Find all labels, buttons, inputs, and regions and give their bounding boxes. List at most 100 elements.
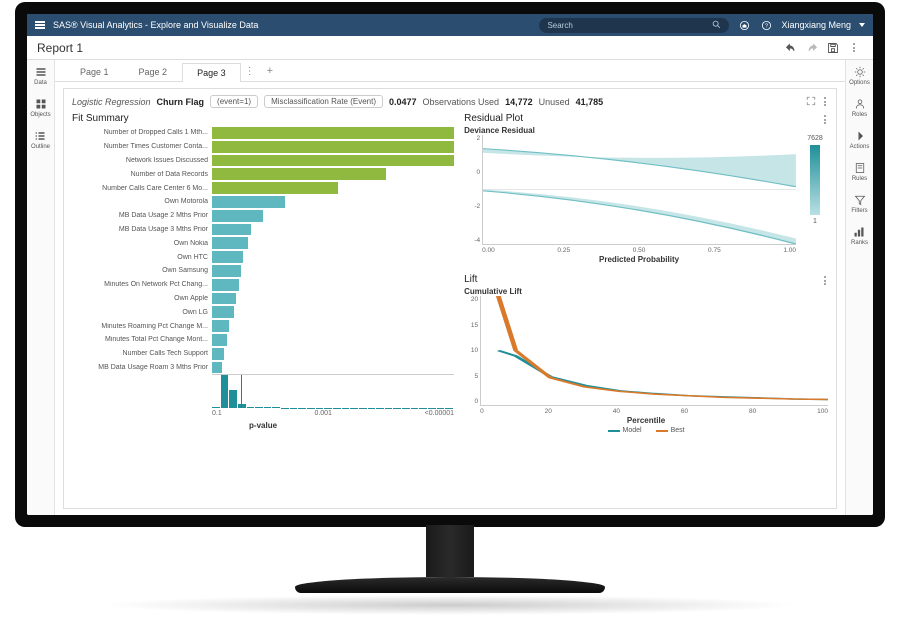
event-selector[interactable]: (event=1) [210,95,258,108]
left-rail: Data Objects Outline [27,60,55,515]
fit-histogram [212,374,454,408]
report-title: Report 1 [37,41,83,55]
legend-item: Model [608,427,642,434]
model-panel-header: Logistic Regression Churn Flag (event=1)… [72,95,828,113]
fit-bar-label: Own Apple [72,295,212,302]
legend-item: Best [656,427,685,434]
help-icon[interactable]: ? [759,18,773,32]
fit-bar-row[interactable]: Own LG [72,305,454,319]
fit-bar-label: Own Samsung [72,267,212,274]
redo-button[interactable] [803,39,821,57]
svg-text:?: ? [765,23,768,29]
fit-bar-row[interactable]: Minutes Total Pct Change Mont... [72,333,454,347]
expand-icon[interactable] [806,96,816,108]
rail-rules[interactable]: Rules [852,162,867,182]
fit-bar-label: Minutes Roaming Pct Change M... [72,323,212,330]
metric-selector[interactable]: Misclassification Rate (Event) [264,95,383,108]
fit-bar-row[interactable]: Network Issues Discussed [72,154,454,168]
fit-bar-label: Own LG [72,309,212,316]
fit-bar-row[interactable]: Minutes On Network Pct Chang... [72,278,454,292]
undo-button[interactable] [782,39,800,57]
legend-max: 7628 [807,135,823,142]
save-button[interactable] [824,39,842,57]
fit-bar-row[interactable]: MB Data Usage 3 Mths Prior [72,223,454,237]
fit-bar-row[interactable]: MB Data Usage 2 Mths Prior [72,209,454,223]
lift-menu-button[interactable] [822,274,828,296]
obs-used-value: 14,772 [505,97,533,107]
menu-icon[interactable] [35,21,45,29]
model-type: Logistic Regression [72,97,151,107]
fit-bar-label: Own Motorola [72,198,212,205]
fit-bar-label: MB Data Usage 2 Mths Prior [72,212,212,219]
fit-bar-label: Network Issues Discussed [72,157,212,164]
user-menu[interactable]: Xiangxiang Meng [781,20,851,30]
home-icon[interactable] [737,18,751,32]
fit-summary-title: Fit Summary [72,113,454,124]
fit-bar-row[interactable]: Own Nokia [72,236,454,250]
gradient-bar [810,145,820,215]
fit-bar-label: Minutes Total Pct Change Mont... [72,336,212,343]
fit-bar-row[interactable]: Own Motorola [72,195,454,209]
add-tab-button[interactable]: + [259,61,281,81]
lift-xlabel: Percentile [464,416,828,425]
panel-menu-button[interactable] [822,95,828,108]
search-input[interactable]: Search [539,18,729,33]
fit-bar-label: Number of Data Records [72,171,212,178]
fit-bar-label: Number Calls Tech Support [72,350,212,357]
app-title: SAS® Visual Analytics - Explore and Visu… [53,20,258,30]
fit-bar-label: MB Data Usage Roam 3 Mths Prior [72,364,212,371]
lift-legend: Model Best [464,427,828,434]
residual-plot[interactable]: 20-2-4 [482,135,796,245]
rail-actions[interactable]: Actions [850,130,870,150]
fit-bar-label: Number Times Customer Conta... [72,143,212,150]
tab-page-1[interactable]: Page 1 [65,62,124,81]
rail-data[interactable]: Data [34,66,47,86]
fit-summary-chart[interactable]: Number of Dropped Calls 1 Mth... Number T… [72,126,454,502]
unused-label: Unused [539,97,570,107]
lift-title: Lift [464,274,522,285]
metric-value: 0.0477 [389,97,417,107]
rail-ranks[interactable]: Ranks [851,226,868,246]
fit-bar-row[interactable]: Number of Data Records [72,167,454,181]
legend-min: 1 [813,218,817,225]
lift-chart[interactable]: 20151050 [480,296,828,406]
right-rail: Options Roles Actions Rules Filters Ranks [845,60,873,515]
fit-bar-label: Own HTC [72,254,212,261]
residual-color-legend: 7628 1 [802,135,828,264]
fit-bar-row[interactable]: Number Calls Tech Support [72,347,454,361]
fit-bar-label: Own Nokia [72,240,212,247]
residual-menu-button[interactable] [822,113,828,135]
fit-bar-label: Number Calls Care Center 6 Mo... [72,185,212,192]
tab-menu-button[interactable]: ⋮ [241,62,259,81]
fit-bar-row[interactable]: Minutes Roaming Pct Change M... [72,319,454,333]
fit-xlabel: p-value [72,421,454,430]
rail-options[interactable]: Options [849,66,870,86]
residual-plot-title: Residual Plot [464,113,535,124]
lift-subtitle: Cumulative Lift [464,287,522,296]
residual-xlabel: Predicted Probability [482,255,796,264]
rail-outline[interactable]: Outline [31,130,50,150]
more-button[interactable] [845,39,863,57]
unused-value: 41,785 [576,97,604,107]
app-topbar: SAS® Visual Analytics - Explore and Visu… [27,14,873,36]
fit-bar-row[interactable]: Own Samsung [72,264,454,278]
fit-bar-row[interactable]: Number of Dropped Calls 1 Mth... [72,126,454,140]
fit-bar-row[interactable]: Number Calls Care Center 6 Mo... [72,181,454,195]
fit-bar-row[interactable]: Own Apple [72,292,454,306]
rail-filters[interactable]: Filters [851,194,867,214]
model-panel: Logistic Regression Churn Flag (event=1)… [63,88,837,509]
rail-roles[interactable]: Roles [852,98,867,118]
tab-page-3[interactable]: Page 3 [182,63,241,82]
rail-objects[interactable]: Objects [30,98,50,118]
search-icon [712,20,721,31]
report-header: Report 1 [27,36,873,60]
fit-bar-row[interactable]: Own HTC [72,250,454,264]
tab-page-2[interactable]: Page 2 [124,62,183,81]
fit-bar-row[interactable]: Number Times Customer Conta... [72,140,454,154]
model-target: Churn Flag [157,97,205,107]
fit-bar-label: MB Data Usage 3 Mths Prior [72,226,212,233]
fit-bar-label: Minutes On Network Pct Chang... [72,281,212,288]
chevron-down-icon [859,23,865,27]
page-tabs: Page 1Page 2Page 3⋮+ [55,60,845,82]
fit-bar-row[interactable]: MB Data Usage Roam 3 Mths Prior [72,361,454,375]
